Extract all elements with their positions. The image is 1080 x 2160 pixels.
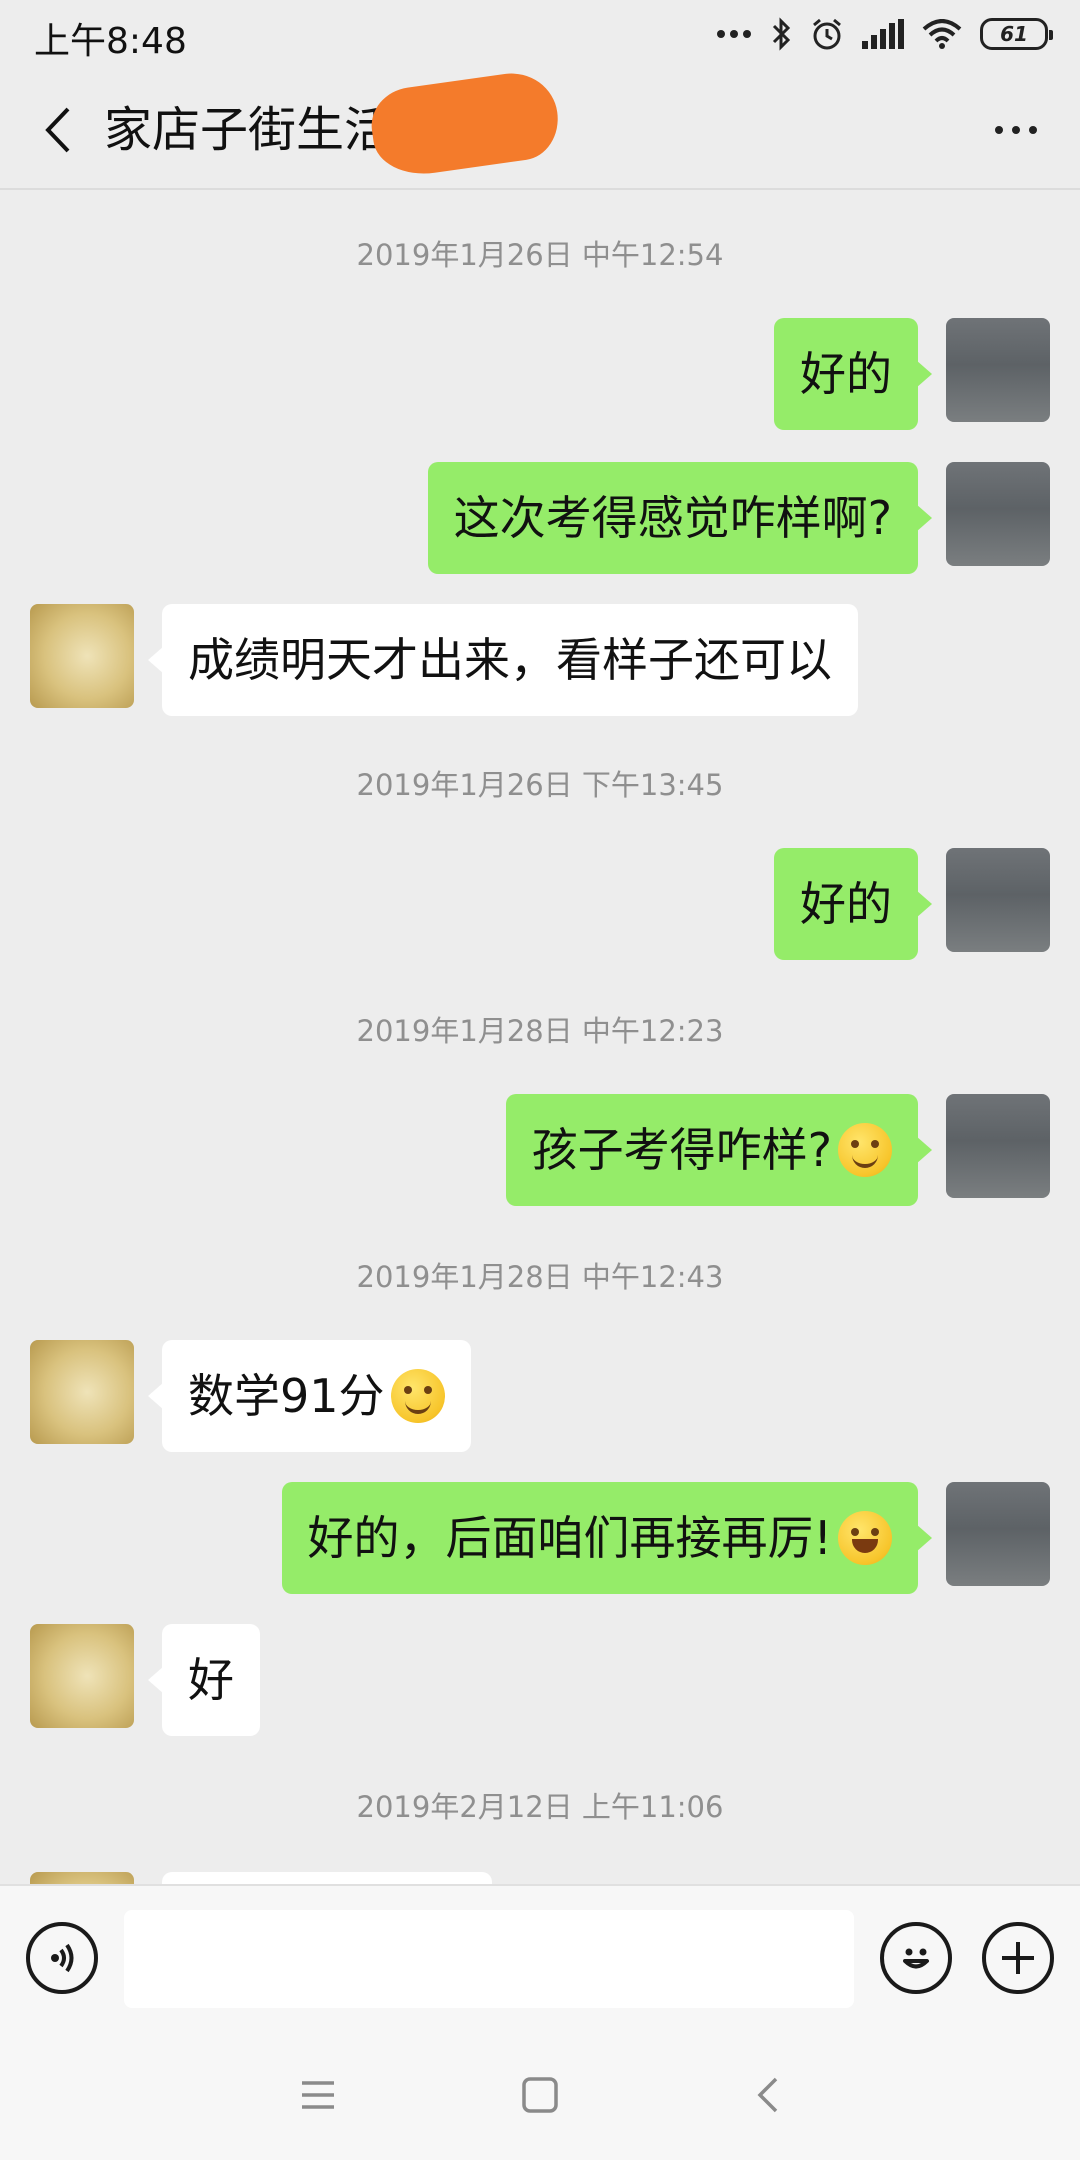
avatar[interactable] [946, 318, 1050, 422]
message-list[interactable]: 2019年1月26日 中午12:54 好的 这次考得感觉咋样啊? 成绩明天才出来… [0, 192, 1080, 1884]
back-chevron-icon [45, 107, 70, 153]
message-bubble-self[interactable]: 孩子考得咋样? [505, 1094, 933, 1206]
timestamp: 2019年1月28日 中午12:43 [356, 1260, 724, 1294]
message-bubble-self[interactable]: 好的，后面咱们再接再厉! [281, 1482, 933, 1594]
message-bubble-self[interactable]: 这次考得感觉咋样啊? [427, 462, 933, 574]
message-bubble-self[interactable]: 好的 [774, 848, 932, 960]
message-text: 好的 [800, 347, 892, 401]
message-bubble-other[interactable]: 数学91分 [148, 1340, 471, 1452]
avatar[interactable] [30, 1624, 134, 1728]
message-text: 好 [188, 1653, 234, 1707]
input-bar [0, 1884, 1080, 2030]
grin-emoji [838, 1510, 892, 1565]
voice-icon [51, 1943, 74, 1973]
battery-level: 61 [1000, 22, 1028, 46]
emoji-button[interactable] [880, 1922, 952, 1994]
message-bubble-self[interactable]: 好的 [774, 318, 932, 430]
avatar[interactable] [946, 462, 1050, 566]
timestamp: 2019年1月28日 中午12:23 [356, 1014, 724, 1048]
status-icons: 61 [716, 14, 1053, 54]
plus-button[interactable] [982, 1922, 1054, 1994]
more-dots-icon [717, 30, 751, 38]
message-input[interactable] [124, 1910, 854, 2008]
bluetooth-icon [772, 17, 791, 51]
smile-emoji [838, 1122, 892, 1177]
avatar[interactable] [30, 1340, 134, 1444]
back-icon[interactable] [748, 2075, 788, 2115]
message-bubble-other[interactable] [162, 1872, 492, 1884]
system-nav [0, 2030, 1080, 2160]
more-icon-dot [995, 126, 1003, 134]
avatar[interactable] [946, 1482, 1050, 1586]
more-button[interactable] [980, 100, 1052, 160]
message-text: 好的 [800, 877, 892, 931]
message-bubble-other[interactable]: 成绩明天才出来，看样子还可以 [148, 604, 858, 716]
more-icon-dot [1029, 126, 1037, 134]
menu-icon[interactable] [298, 2075, 338, 2115]
avatar[interactable] [946, 1094, 1050, 1198]
plus-icon [1002, 1942, 1034, 1974]
chat-title[interactable]: 家店子街生活 [104, 100, 392, 160]
timestamp: 2019年1月26日 中午12:54 [356, 238, 724, 272]
avatar[interactable] [30, 1872, 134, 1884]
signal-icon [862, 19, 904, 49]
message-text: 成绩明天才出来，看样子还可以 [188, 633, 832, 687]
alarm-icon [813, 18, 841, 50]
message-text: 好的，后面咱们再接再厉! [307, 1511, 832, 1565]
message-text: 孩子考得咋样? [531, 1123, 832, 1177]
message-text: 这次考得感觉咋样啊? [453, 491, 892, 545]
home-icon[interactable] [520, 2075, 560, 2115]
more-icon-dot [1012, 126, 1020, 134]
timestamp: 2019年1月26日 下午13:45 [356, 768, 724, 802]
avatar[interactable] [946, 848, 1050, 952]
message-text: 数学91分 [188, 1369, 385, 1423]
battery-icon: 61 [980, 18, 1053, 50]
status-bar: 上午8:48 61 [0, 0, 1080, 70]
timestamp: 2019年2月12日 上午11:06 [356, 1790, 724, 1824]
voice-button[interactable] [26, 1922, 98, 1994]
status-time: 上午8:48 [34, 21, 187, 62]
wifi-icon [922, 19, 962, 49]
avatar[interactable] [30, 604, 134, 708]
message-bubble-other[interactable]: 好 [148, 1624, 260, 1736]
back-button[interactable] [28, 100, 88, 160]
emoji-icon [903, 1948, 929, 1969]
smile-emoji [390, 1368, 445, 1423]
